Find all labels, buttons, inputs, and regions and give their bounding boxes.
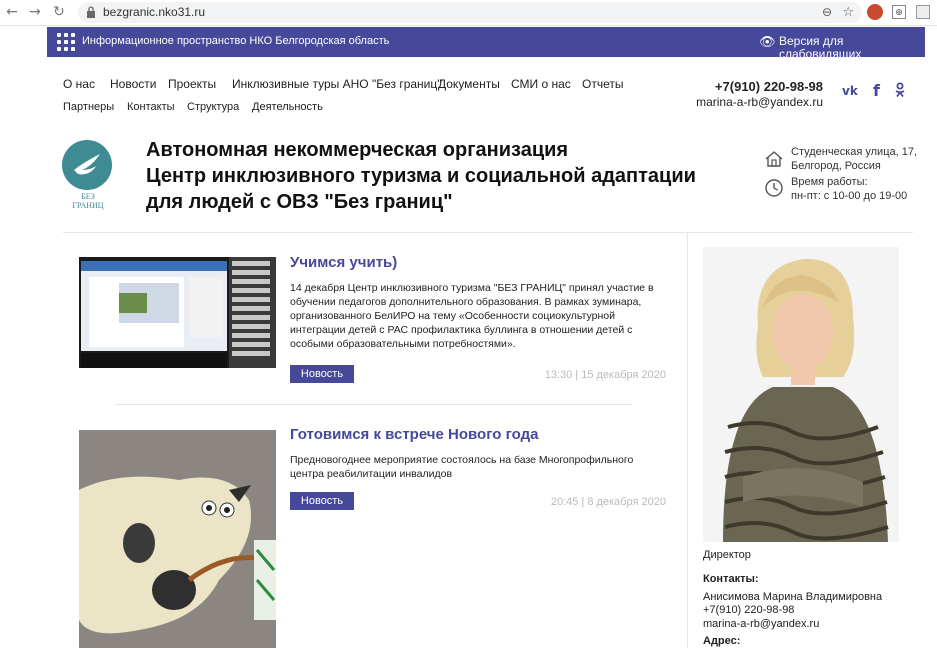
extension-icon[interactable]: [867, 4, 883, 20]
news-text: Предновогоднее мероприятие состоялось на…: [290, 454, 634, 480]
address-line: Студенческая улица, 17,: [791, 146, 918, 158]
header-phone[interactable]: +7(910) 220-98-98: [715, 79, 823, 94]
nav-item-structure[interactable]: Структура: [187, 101, 239, 113]
extension-icon[interactable]: [916, 5, 930, 19]
address-bar[interactable]: bezgranic.nko31.ru ⊖ ☆: [78, 2, 862, 23]
title-line: Центр инклюзивного туризма и социальной …: [146, 165, 696, 187]
vision-impaired-link[interactable]: Версия для слабовидящих: [779, 35, 925, 62]
forward-icon[interactable]: →: [27, 4, 43, 20]
browser-toolbar: ← → ↻ bezgranic.nko31.ru ⊖ ☆ ⊕: [0, 0, 937, 26]
news-image[interactable]: [79, 430, 276, 648]
nav-item-projects[interactable]: Проекты: [168, 77, 216, 91]
hours-label: Время работы:: [791, 176, 868, 188]
nav-item-media[interactable]: СМИ о нас: [511, 77, 571, 91]
director-role: Директор: [703, 549, 751, 561]
bird-icon: [74, 154, 100, 175]
address: Студенческая улица, 17, Белгород, Россия: [791, 145, 917, 173]
news-date: 13:30 | 15 декабря 2020: [544, 369, 666, 381]
nav-item-tours[interactable]: Инклюзивные туры АНО "Без границ": [232, 77, 442, 91]
back-icon[interactable]: ←: [4, 4, 20, 20]
nav-item-reports[interactable]: Отчеты: [582, 77, 623, 91]
nav-item-activity[interactable]: Деятельность: [252, 101, 323, 113]
contacts-label: Контакты:: [703, 573, 759, 585]
reload-icon[interactable]: ↻: [51, 4, 67, 20]
svg-text:vk: vk: [842, 84, 858, 98]
director-email[interactable]: marina-a-rb@yandex.ru: [703, 618, 819, 630]
vk-icon[interactable]: vk: [842, 82, 859, 98]
eye-icon[interactable]: 👁: [759, 35, 776, 48]
director-name: Анисимова Марина Владимировна: [703, 591, 883, 603]
clock-icon: [765, 179, 783, 197]
news-text: 14 декабря Центр инклюзивного туризма "Б…: [290, 282, 654, 350]
divider: [63, 232, 913, 233]
translate-extension-icon[interactable]: ⊕: [892, 5, 906, 19]
logo-text: БЕЗ ГРАНИЦ: [72, 192, 104, 210]
facebook-icon[interactable]: f: [870, 81, 886, 100]
url-text: bezgranic.nko31.ru: [103, 5, 206, 19]
svg-text:f: f: [873, 82, 881, 98]
hours-value: пн-пт: с 10-00 до 19-00: [791, 190, 908, 202]
lock-icon: [87, 6, 95, 18]
news-image[interactable]: [79, 257, 276, 368]
page-title: Автономная некоммерческая организация Це…: [146, 137, 746, 215]
divider: [687, 233, 688, 648]
nav-item-about[interactable]: О нас: [63, 77, 95, 91]
nav-item-contacts[interactable]: Контакты: [127, 101, 175, 113]
news-title[interactable]: Учимся учить): [290, 254, 397, 271]
nav-item-news[interactable]: Новости: [110, 77, 156, 91]
nav-item-documents[interactable]: Документы: [438, 77, 500, 91]
director-photo: [703, 247, 899, 542]
divider: [115, 404, 632, 405]
news-title[interactable]: Готовимся к встрече Нового года: [290, 426, 538, 443]
address-label: Адрес:: [703, 635, 741, 647]
news-tag-button[interactable]: Новость: [290, 492, 354, 510]
working-hours: Время работы: пн-пт: с 10-00 до 19-00: [791, 175, 907, 203]
top-info-bar: Информационное пространство НКО Белгород…: [47, 27, 925, 62]
zoom-icon[interactable]: ⊖: [822, 5, 832, 19]
odnoklassniki-icon[interactable]: [892, 82, 908, 98]
bookmark-star-icon[interactable]: ☆: [842, 4, 854, 20]
header-email[interactable]: marina-a-rb@yandex.ru: [696, 95, 823, 109]
nav-item-partners[interactable]: Партнеры: [63, 101, 114, 113]
grid-icon[interactable]: [57, 33, 75, 51]
news-date: 20:45 | 8 декабря 2020: [550, 496, 666, 508]
info-space-link[interactable]: Информационное пространство НКО Белгород…: [82, 35, 389, 47]
director-phone[interactable]: +7(910) 220-98-98: [703, 604, 794, 616]
logo[interactable]: [62, 140, 112, 190]
title-line: для людей с ОВЗ "Без границ": [146, 191, 453, 213]
house-icon: [765, 151, 783, 167]
title-line: Автономная некоммерческая организация: [146, 139, 569, 161]
address-line: Белгород, Россия: [791, 160, 881, 172]
news-tag-button[interactable]: Новость: [290, 365, 354, 383]
